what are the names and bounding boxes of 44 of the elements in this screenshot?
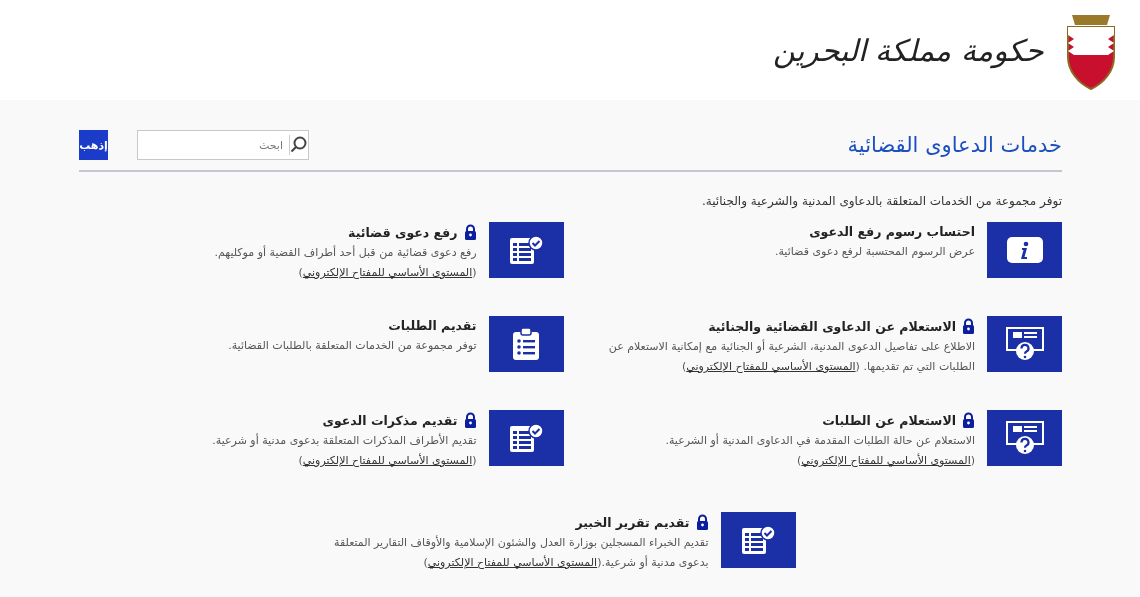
service-description: عرض الرسوم المحتسبة لرفع دعوى قضائية.	[774, 244, 975, 260]
logo-text: حكومة مملكة البحرين	[772, 32, 1044, 68]
service-title[interactable]: تقديم مذكرات الدعوى	[322, 412, 458, 428]
key-level-link[interactable]: المستوى الأساسي للمفتاح الإلكتروني	[686, 360, 856, 373]
key-level-link[interactable]: المستوى الأساسي للمفتاح الإلكتروني	[302, 454, 473, 467]
service-title[interactable]: احتساب رسوم رفع الدعوى	[809, 224, 975, 239]
service-description: رفع دعوى قضائية من قبل أحد أطراف القضية أو موكليهم.(المستوى الأساسي للمفتاح الإلكتروني)	[213, 244, 477, 281]
key-level-link[interactable]: المستوى الأساسي للمفتاح الإلكتروني	[801, 454, 971, 467]
lock-icon	[695, 514, 709, 530]
key-level-link[interactable]: المستوى الأساسي للمفتاح الإلكتروني	[302, 266, 473, 279]
search-icon[interactable]	[290, 136, 308, 154]
service-description: الاطلاع على تفاصيل الدعوى المدنية، الشرعية أو الجنائية مع إمكانية الاستعلام عن الطلبات التي تم تقديمها. (المستوى الأساسي للمفتاح الإلكتروني)	[607, 338, 975, 375]
service-description: الاستعلام عن حالة الطلبات المقدمة في الدعاوى المدنية أو الشرعية.(المستوى الأساسي للمفتاح الإلكتروني)	[664, 432, 975, 469]
lock-icon	[463, 412, 477, 428]
service-title[interactable]: الاستعلام عن الطلبات	[822, 412, 956, 428]
service-title[interactable]: تقديم تقرير الخبير	[575, 514, 690, 530]
service-title[interactable]: رفع دعوى قضائية	[348, 224, 458, 240]
document-check-icon	[507, 234, 545, 266]
document-check-icon	[507, 422, 545, 454]
key-level-link[interactable]: المستوى الأساسي للمفتاح الإلكتروني	[427, 556, 598, 569]
service-icon-tile[interactable]	[987, 316, 1062, 372]
service-title[interactable]: تقديم الطلبات	[388, 318, 477, 333]
screen-question-icon	[1004, 420, 1045, 456]
service-icon-tile[interactable]	[720, 512, 796, 568]
service-icon-tile[interactable]	[488, 410, 564, 466]
service-description: توفر مجموعة من الخدمات المتعلقة بالطلبات القضائية.	[228, 338, 477, 354]
service-description: تقديم الخبراء المسجلين بوزارة العدل والشئون الإسلامية والأوقاف التقارير المتعلقة بدعوى مدنية أو شرعية.(المستوى الأساسي للمفتاح الإلكتروني)	[333, 534, 709, 571]
service-icon-tile[interactable]	[987, 410, 1062, 466]
go-button[interactable]: إذهب	[79, 130, 108, 160]
lock-icon	[962, 318, 975, 334]
intro-text: توفر مجموعة من الخدمات المتعلقة بالدعاوى المدنية والشرعية والجنائية.	[700, 194, 1062, 208]
search-box[interactable]: ابحث	[137, 130, 309, 160]
service-description: تقديم الأطراف المذكرات المتعلقة بدعوى مدنية أو شرعية.(المستوى الأساسي للمفتاح الإلكتروني)	[211, 432, 477, 469]
service-icon-tile[interactable]	[488, 316, 564, 372]
page-title: خدمات الدعاوى القضائية	[847, 133, 1062, 157]
service-title[interactable]: الاستعلام عن الدعاوى القضائية والجنائية	[708, 318, 956, 334]
screen-question-icon	[1004, 326, 1045, 362]
document-check-icon	[739, 524, 777, 556]
lock-icon	[962, 412, 975, 428]
service-icon-tile[interactable]	[488, 222, 564, 278]
clipboard-list-icon	[511, 327, 541, 361]
lock-icon	[463, 224, 477, 240]
info-icon	[1006, 237, 1043, 263]
service-icon-tile[interactable]	[987, 222, 1062, 278]
